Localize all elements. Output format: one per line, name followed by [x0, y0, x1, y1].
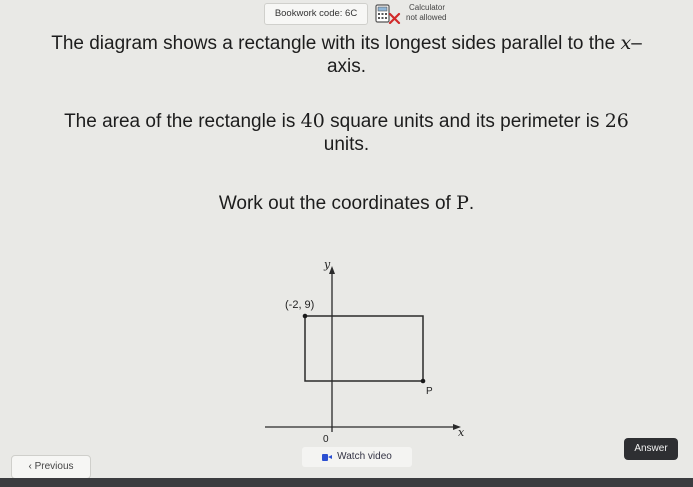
question-line-1: The diagram shows a rectangle with its l…: [0, 32, 693, 55]
watch-video-label: Watch video: [337, 451, 392, 462]
task-text: Work out the coordinates of: [218, 193, 457, 214]
point-name: P: [456, 192, 469, 214]
perimeter-text: square units and its perimeter is: [324, 111, 605, 132]
video-camera-icon: [322, 453, 333, 461]
calculator-status: Calculator not allowed: [406, 3, 446, 23]
question-text: The diagram shows a rectangle with its l…: [51, 33, 621, 54]
bookwork-code: Bookwork code: 6C: [264, 3, 368, 25]
area-text: The area of the rectangle is: [64, 111, 301, 132]
point-p-label: P: [426, 386, 433, 397]
question-paragraph-2: The area of the rectangle is 40 square u…: [0, 110, 693, 156]
answer-button[interactable]: Answer: [624, 438, 678, 460]
x-variable: x: [620, 32, 632, 54]
calculator-label: Calculator: [409, 3, 446, 12]
area-value: 40: [300, 110, 325, 132]
top-bar: Bookwork code: 6C Calculator not allowed: [0, 0, 693, 30]
corner-point: [302, 313, 308, 319]
perimeter-value: 26: [604, 110, 629, 132]
question-line-4: units.: [323, 134, 370, 155]
dash: –: [631, 33, 642, 54]
corner-label: (-2, 9): [285, 299, 314, 311]
question-paragraph-1: The diagram shows a rectangle with its l…: [0, 32, 693, 78]
calculator-not-allowed: not allowed: [406, 13, 447, 22]
x-axis-label: x: [458, 426, 465, 439]
question-line-5: Work out the coordinates of P.: [0, 192, 693, 215]
question-paragraph-3: Work out the coordinates of P.: [0, 192, 693, 215]
bottom-strip: [0, 478, 693, 487]
chevron-left-icon: ‹: [28, 461, 32, 472]
period: .: [468, 193, 475, 214]
y-axis-label: y: [323, 258, 331, 271]
watch-video-button[interactable]: Watch video: [302, 447, 412, 467]
rectangle: [304, 315, 424, 382]
origin-label: 0: [323, 434, 329, 445]
previous-label: Previous: [34, 461, 74, 472]
question-line-3: The area of the rectangle is 40 square u…: [0, 110, 693, 133]
rectangle-diagram: y x 0 (-2, 9) P: [255, 250, 485, 450]
previous-button[interactable]: ‹ Previous: [11, 455, 91, 479]
point-p: [420, 378, 426, 384]
question-line-2: axis.: [326, 56, 367, 77]
calculator-crossed-icon: [375, 4, 401, 25]
